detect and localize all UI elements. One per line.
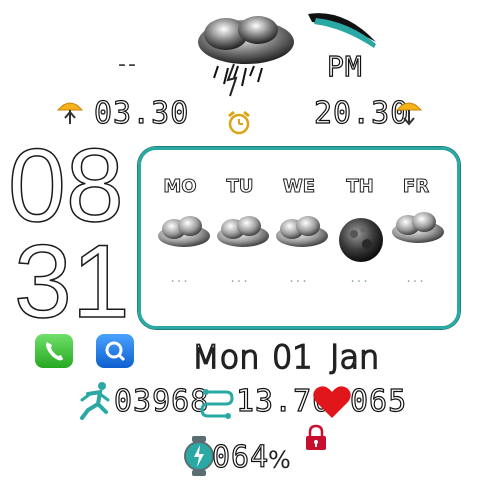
alarm-clock-icon[interactable] — [226, 110, 252, 136]
cloud-icon — [213, 212, 271, 250]
forecast-day-label: TU — [226, 176, 254, 198]
heart-rate-value: 065 — [349, 383, 408, 419]
sunrise-time: 03.30 — [93, 95, 190, 131]
date-day: 01 — [271, 337, 314, 377]
steps-value: 03968 — [113, 383, 210, 419]
heart-icon — [312, 384, 352, 420]
battery-value: 064 — [211, 439, 270, 475]
date-month: Jan — [329, 337, 380, 377]
forecast-day-label: WE — [282, 176, 316, 198]
forecast-day-value: ... — [406, 270, 426, 286]
ampm-indicator: PM — [326, 49, 363, 83]
forecast-day-label: TH — [346, 176, 374, 198]
sunset-umbrella-icon — [395, 98, 423, 128]
phone-icon — [46, 342, 63, 361]
time-minutes: 31 — [13, 224, 130, 340]
forecast-day-value: ... — [350, 270, 370, 286]
phone-button[interactable] — [35, 334, 73, 368]
forecast-day-value: ... — [230, 270, 250, 286]
runner-icon — [76, 380, 114, 420]
forecast-day-label: FR — [402, 176, 430, 198]
cloud-icon — [154, 212, 212, 250]
date-weekday: Mon — [191, 337, 260, 377]
battery-unit: % — [268, 446, 291, 474]
forecast-day-value: ... — [170, 270, 190, 286]
battery-watch-icon — [184, 436, 214, 476]
cloud-icon — [272, 212, 330, 250]
search-button[interactable] — [96, 334, 134, 368]
top-left-indicator: -- — [118, 52, 138, 77]
forecast-days: MO TU WE TH FR ... ... ... ... ... — [152, 176, 452, 296]
distance-icon — [200, 384, 234, 420]
sunrise-umbrella-icon — [56, 98, 84, 128]
forecast-day-value: ... — [289, 270, 309, 286]
storm-cloud-icon — [188, 14, 300, 98]
lock-icon[interactable] — [303, 424, 329, 452]
moon-phase-icon — [304, 8, 382, 52]
cloud-icon — [388, 208, 446, 246]
forecast-day-label: MO — [163, 176, 197, 198]
moon-icon — [337, 216, 385, 264]
time-hours: 08 — [7, 128, 124, 244]
search-icon — [105, 341, 126, 362]
